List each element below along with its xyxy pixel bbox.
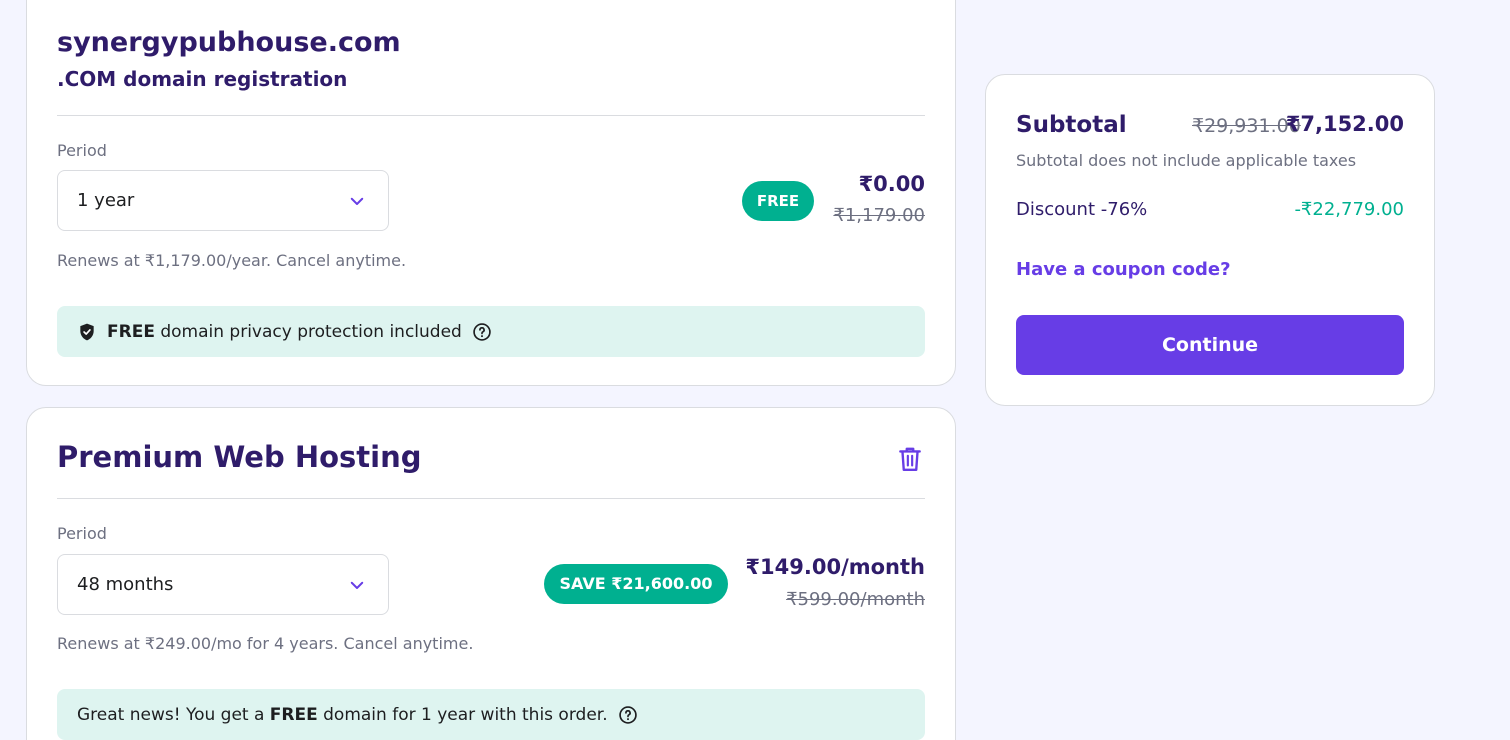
hosting-cart-item: Premium Web Hosting Period 48 months SAV…: [26, 407, 956, 740]
hosting-period-select[interactable]: 48 months: [57, 554, 389, 615]
news-free-label: FREE: [269, 704, 318, 725]
subtotal-tax-note: Subtotal does not include applicable tax…: [1016, 151, 1357, 170]
hosting-old-price: ₹599.00/month: [786, 589, 925, 610]
order-summary: Subtotal ₹29,931.00 ₹7,152.00 Subtotal d…: [985, 74, 1435, 406]
domain-renew-text: Renews at ₹1,179.00/year. Cancel anytime…: [57, 251, 407, 270]
domain-old-price: ₹1,179.00: [833, 205, 925, 226]
save-badge: SAVE ₹21,600.00: [544, 564, 728, 604]
subtotal-label: Subtotal: [1016, 112, 1127, 138]
domain-period-select[interactable]: 1 year: [57, 170, 389, 231]
subtotal-old-price: ₹29,931.00: [1192, 115, 1301, 137]
question-circle-icon[interactable]: [618, 705, 638, 725]
free-badge: FREE: [742, 181, 814, 221]
hosting-period-value: 48 months: [77, 574, 174, 595]
divider: [57, 498, 925, 499]
chevron-down-icon: [350, 581, 364, 589]
free-domain-banner: Great news! You get a FREE domain for 1 …: [57, 689, 925, 740]
privacy-free-label: FREE: [107, 321, 155, 342]
domain-price: ₹0.00: [858, 172, 925, 196]
period-label: Period: [57, 141, 107, 160]
subtotal-price: ₹7,152.00: [1285, 112, 1404, 136]
news-prefix: Great news! You get a: [77, 704, 270, 725]
hosting-title: Premium Web Hosting: [57, 440, 422, 474]
discount-label: Discount -76%: [1016, 199, 1148, 220]
discount-value: -₹22,779.00: [1294, 199, 1404, 220]
divider: [57, 115, 925, 116]
hosting-renew-text: Renews at ₹249.00/mo for 4 years. Cancel…: [57, 634, 474, 653]
chevron-down-icon: [350, 197, 364, 205]
hosting-price: ₹149.00/month: [745, 555, 925, 579]
privacy-text: domain privacy protection included: [154, 321, 462, 342]
shield-check-icon: [80, 323, 94, 340]
coupon-code-link[interactable]: Have a coupon code?: [1016, 259, 1231, 280]
domain-period-value: 1 year: [77, 190, 135, 211]
domain-name: synergypubhouse.com: [57, 27, 401, 58]
trash-icon[interactable]: [897, 445, 923, 473]
period-label: Period: [57, 524, 107, 543]
question-circle-icon[interactable]: [472, 322, 492, 342]
domain-cart-item: synergypubhouse.com .COM domain registra…: [26, 0, 956, 386]
domain-product-subtitle: .COM domain registration: [57, 67, 348, 91]
news-suffix: domain for 1 year with this order.: [317, 704, 608, 725]
privacy-protection-banner: FREE domain privacy protection included: [57, 306, 925, 357]
continue-button[interactable]: Continue: [1016, 315, 1404, 375]
